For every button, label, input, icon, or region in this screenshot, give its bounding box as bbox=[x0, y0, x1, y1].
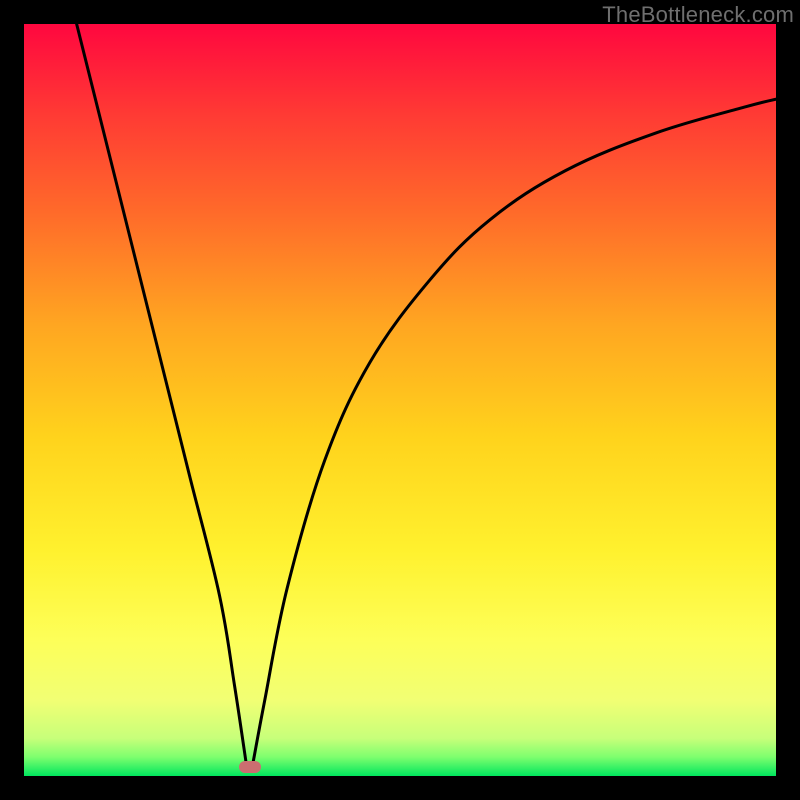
watermark-text: TheBottleneck.com bbox=[602, 2, 794, 28]
chart-frame bbox=[24, 24, 776, 776]
chart-canvas bbox=[24, 24, 776, 776]
gradient-background bbox=[24, 24, 776, 776]
minimum-marker bbox=[239, 761, 261, 773]
